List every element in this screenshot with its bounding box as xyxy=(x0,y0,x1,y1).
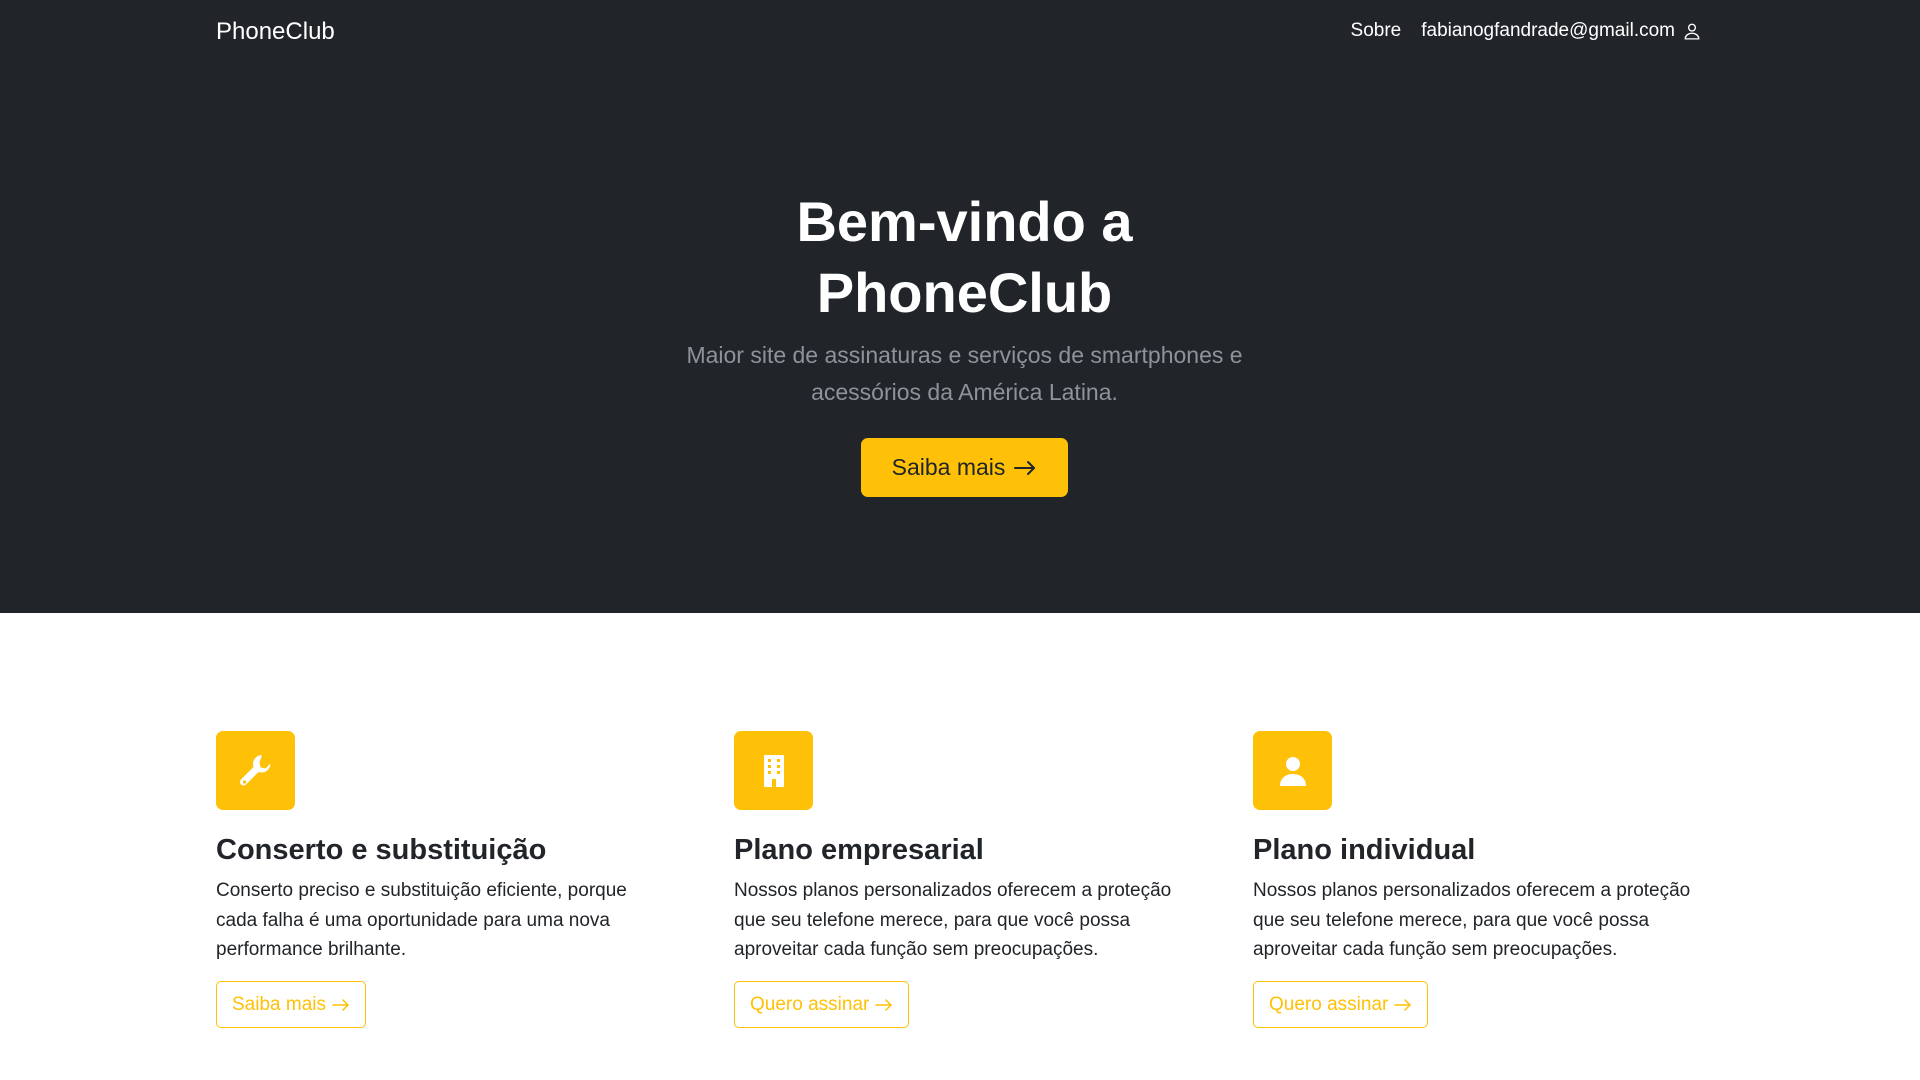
hero-button-label: Saiba mais xyxy=(891,454,1006,480)
wrench-icon xyxy=(216,731,295,810)
feature-quero-assinar-button[interactable]: Quero assinar xyxy=(1253,981,1429,1028)
hero-saiba-mais-button[interactable]: Saiba mais xyxy=(861,438,1068,497)
arrow-right-icon xyxy=(332,998,349,1011)
person-fill-icon xyxy=(1253,731,1332,810)
hero-subtitle-line2: acessórios da América Latina. xyxy=(811,379,1118,405)
nav-link-sobre[interactable]: Sobre xyxy=(1351,20,1402,42)
nav-user-link[interactable]: fabianogfandrade@gmail.com xyxy=(1421,20,1701,42)
feature-button-label: Quero assinar xyxy=(750,993,870,1015)
feature-saiba-mais-button[interactable]: Saiba mais xyxy=(216,981,366,1028)
hero-subtitle: Maior site de assinaturas e serviços de … xyxy=(0,337,1920,411)
feature-text-line: performance brilhante. xyxy=(216,939,407,960)
feature-conserto: Conserto e substituição Conserto preciso… xyxy=(216,731,656,1028)
feature-text-line: que seu telefone merece, para que você p… xyxy=(734,909,1131,931)
feature-title: Conserto e substituição xyxy=(216,834,547,866)
feature-text-line: Nossos planos personalizados oferecem a … xyxy=(1253,880,1691,901)
arrow-right-icon xyxy=(875,998,893,1011)
person-icon xyxy=(1683,22,1701,40)
feature-text-line: Nossos planos personalizados oferecem a … xyxy=(734,880,1172,901)
feature-plano-individual: Plano individual Nossos planos personali… xyxy=(1253,731,1693,1028)
feature-description: Nossos planos personalizados oferecem a … xyxy=(1253,876,1693,965)
user-email: fabianogfandrade@gmail.com xyxy=(1421,20,1675,41)
hero-subtitle-line1: Maior site de assinaturas e serviços de … xyxy=(686,342,1243,368)
feature-title: Plano empresarial xyxy=(734,834,984,866)
navbar-brand[interactable]: PhoneClub xyxy=(216,18,335,46)
feature-button-label: Quero assinar xyxy=(1269,993,1389,1015)
navbar-right: Sobre fabianogfandrade@gmail.com xyxy=(1351,20,1701,42)
hero-title-line2: PhoneClub xyxy=(816,261,1113,324)
building-icon xyxy=(734,731,813,810)
feature-text-line: aproveitar cada função sem preocupações. xyxy=(734,939,1099,960)
feature-description: Nossos planos personalizados oferecem a … xyxy=(734,876,1174,965)
arrow-right-icon xyxy=(1014,460,1036,475)
feature-plano-empresarial: Plano empresarial Nossos planos personal… xyxy=(734,731,1174,1028)
feature-text-line: que seu telefone merece, para que você p… xyxy=(1253,909,1650,931)
arrow-right-icon xyxy=(1394,998,1412,1011)
feature-text-line: aproveitar cada função sem preocupações. xyxy=(1253,939,1618,960)
feature-text-line: cada falha é uma oportunidade para uma n… xyxy=(216,909,610,931)
hero-section: PhoneClub Sobre fabianogfandrade@gmail.c… xyxy=(0,0,1920,613)
feature-title: Plano individual xyxy=(1253,834,1476,866)
feature-text-line: Conserto preciso e substituição eficient… xyxy=(216,880,627,901)
hero-title: Bem-vindo a PhoneClub xyxy=(0,186,1920,328)
hero-title-line1: Bem-vindo a xyxy=(796,190,1133,253)
feature-button-label: Saiba mais xyxy=(232,993,326,1015)
feature-description: Conserto preciso e substituição eficient… xyxy=(216,876,656,965)
feature-quero-assinar-button[interactable]: Quero assinar xyxy=(734,981,910,1028)
